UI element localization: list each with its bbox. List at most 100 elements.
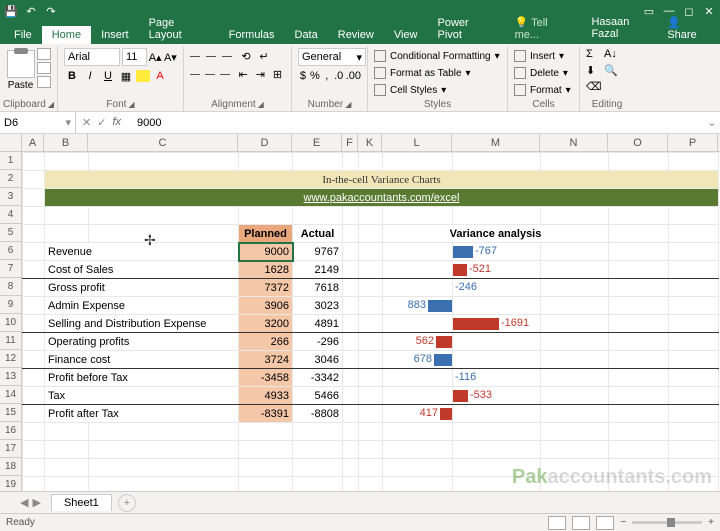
clear-icon[interactable]: ⌫ xyxy=(586,80,602,94)
page-break-view-icon[interactable] xyxy=(596,516,614,530)
border-icon[interactable]: ▦ xyxy=(118,68,134,84)
actual-cell[interactable]: 2149 xyxy=(293,261,343,279)
tab-insert[interactable]: Insert xyxy=(91,26,139,44)
variance-bar-left xyxy=(383,387,453,405)
number-format-combo[interactable]: General▾ xyxy=(298,48,366,66)
align-top-icon[interactable] xyxy=(190,50,204,62)
zoom-in-icon[interactable]: + xyxy=(708,517,714,528)
undo-icon[interactable]: ↶ xyxy=(24,4,38,18)
fill-color-icon[interactable] xyxy=(136,70,150,82)
tab-file[interactable]: File xyxy=(4,26,42,44)
merge-icon[interactable]: ⊞ xyxy=(270,66,285,82)
cell-styles-button[interactable]: Cell Styles ▾ xyxy=(374,82,501,98)
zoom-out-icon[interactable]: − xyxy=(620,517,626,528)
row-label: Revenue xyxy=(45,243,239,261)
zoom-slider[interactable] xyxy=(632,521,702,524)
italic-button[interactable]: I xyxy=(82,68,98,84)
planned-cell[interactable]: 3724 xyxy=(239,351,293,369)
fx-icon[interactable]: fx xyxy=(112,116,121,129)
format-as-table-button[interactable]: Format as Table ▾ xyxy=(374,65,501,81)
save-icon[interactable]: 💾 xyxy=(4,4,18,18)
paste-button[interactable]: Paste xyxy=(6,48,35,91)
wrap-text-icon[interactable]: ↵ xyxy=(256,48,272,64)
increase-font-icon[interactable]: A▴ xyxy=(149,49,162,65)
percent-icon[interactable]: % xyxy=(310,68,320,84)
actual-cell[interactable]: 3023 xyxy=(293,297,343,315)
decrease-indent-icon[interactable]: ⇤ xyxy=(236,66,251,82)
fill-icon[interactable]: ⬇ xyxy=(586,64,602,78)
actual-cell[interactable]: 7618 xyxy=(293,279,343,297)
align-bottom-icon[interactable] xyxy=(222,50,236,62)
share-button[interactable]: 👤 Share xyxy=(667,16,712,41)
worksheet-grid[interactable]: In-the-cell Variance Chartswww.pakaccoun… xyxy=(22,152,719,495)
find-icon[interactable]: 🔍 xyxy=(604,64,620,78)
align-center-icon[interactable] xyxy=(205,68,218,80)
tab-review[interactable]: Review xyxy=(328,26,384,44)
row-headers[interactable]: 12345678910111213141516171819 xyxy=(0,152,22,505)
planned-cell[interactable]: 4933 xyxy=(239,387,293,405)
actual-cell[interactable]: 3046 xyxy=(293,351,343,369)
insert-cells-button[interactable]: Insert ▾ xyxy=(514,48,573,64)
bold-button[interactable]: B xyxy=(64,68,80,84)
planned-cell[interactable]: 1628 xyxy=(239,261,293,279)
actual-cell[interactable]: -3342 xyxy=(293,369,343,387)
expand-formula-bar-icon[interactable]: ⌄ xyxy=(704,116,720,129)
tab-page-layout[interactable]: Page Layout xyxy=(139,14,219,44)
decrease-decimal-icon[interactable]: .00 xyxy=(346,68,361,84)
delete-icon xyxy=(514,67,526,79)
actual-cell[interactable]: -296 xyxy=(293,333,343,351)
planned-cell[interactable]: 3200 xyxy=(239,315,293,333)
sheet-tab-sheet1[interactable]: Sheet1 xyxy=(51,494,112,511)
tab-power-pivot[interactable]: Power Pivot xyxy=(427,14,504,44)
sheet-nav-prev-icon[interactable]: ◀ xyxy=(20,496,28,509)
normal-view-icon[interactable] xyxy=(548,516,566,530)
tab-data[interactable]: Data xyxy=(285,26,328,44)
conditional-formatting-button[interactable]: Conditional Formatting ▾ xyxy=(374,48,501,64)
orientation-icon[interactable]: ⟲ xyxy=(238,48,254,64)
font-name-combo[interactable]: Arial xyxy=(64,48,120,66)
page-layout-view-icon[interactable] xyxy=(572,516,590,530)
tab-formulas[interactable]: Formulas xyxy=(219,26,285,44)
comma-icon[interactable]: , xyxy=(322,68,332,84)
format-cells-button[interactable]: Format ▾ xyxy=(514,82,573,98)
autosum-icon[interactable]: Σ xyxy=(586,48,602,62)
planned-cell[interactable]: 266 xyxy=(239,333,293,351)
increase-indent-icon[interactable]: ⇥ xyxy=(253,66,268,82)
align-middle-icon[interactable] xyxy=(206,50,220,62)
align-right-icon[interactable] xyxy=(220,68,233,80)
font-color-icon[interactable]: A xyxy=(152,68,168,84)
select-all-corner[interactable] xyxy=(0,134,22,152)
delete-cells-button[interactable]: Delete ▾ xyxy=(514,65,573,81)
redo-icon[interactable]: ↷ xyxy=(44,4,58,18)
sheet-nav-next-icon[interactable]: ▶ xyxy=(32,496,40,509)
actual-cell[interactable]: 9767 xyxy=(293,243,343,261)
cancel-formula-icon[interactable]: ✕ xyxy=(82,116,91,129)
tab-home[interactable]: Home xyxy=(42,26,91,44)
tab-view[interactable]: View xyxy=(384,26,428,44)
actual-cell[interactable]: -8808 xyxy=(293,405,343,423)
name-box[interactable]: D6▾ xyxy=(0,112,76,133)
add-sheet-button[interactable]: + xyxy=(118,494,136,512)
decrease-font-icon[interactable]: A▾ xyxy=(164,49,177,65)
underline-button[interactable]: U xyxy=(100,68,116,84)
sort-icon[interactable]: A↓ xyxy=(604,48,620,62)
tell-me[interactable]: 💡 Tell me... xyxy=(505,13,584,44)
planned-cell[interactable]: 3906 xyxy=(239,297,293,315)
format-painter-icon[interactable] xyxy=(37,76,51,88)
planned-cell[interactable]: 9000 xyxy=(239,243,293,261)
planned-cell[interactable]: -3458 xyxy=(239,369,293,387)
align-left-icon[interactable] xyxy=(190,68,203,80)
formula-bar[interactable]: 9000 xyxy=(133,117,704,129)
link-cell[interactable]: www.pakaccountants.com/excel xyxy=(45,189,719,207)
font-size-combo[interactable]: 11 xyxy=(122,48,147,66)
planned-cell[interactable]: 7372 xyxy=(239,279,293,297)
planned-cell[interactable]: -8391 xyxy=(239,405,293,423)
actual-cell[interactable]: 4891 xyxy=(293,315,343,333)
enter-formula-icon[interactable]: ✓ xyxy=(97,116,106,129)
copy-icon[interactable] xyxy=(37,62,51,74)
increase-decimal-icon[interactable]: .0 xyxy=(334,68,344,84)
actual-cell[interactable]: 5466 xyxy=(293,387,343,405)
column-headers[interactable]: ABCDEFKLMNOP xyxy=(22,134,720,152)
cut-icon[interactable] xyxy=(37,48,51,60)
currency-icon[interactable]: $ xyxy=(298,68,308,84)
